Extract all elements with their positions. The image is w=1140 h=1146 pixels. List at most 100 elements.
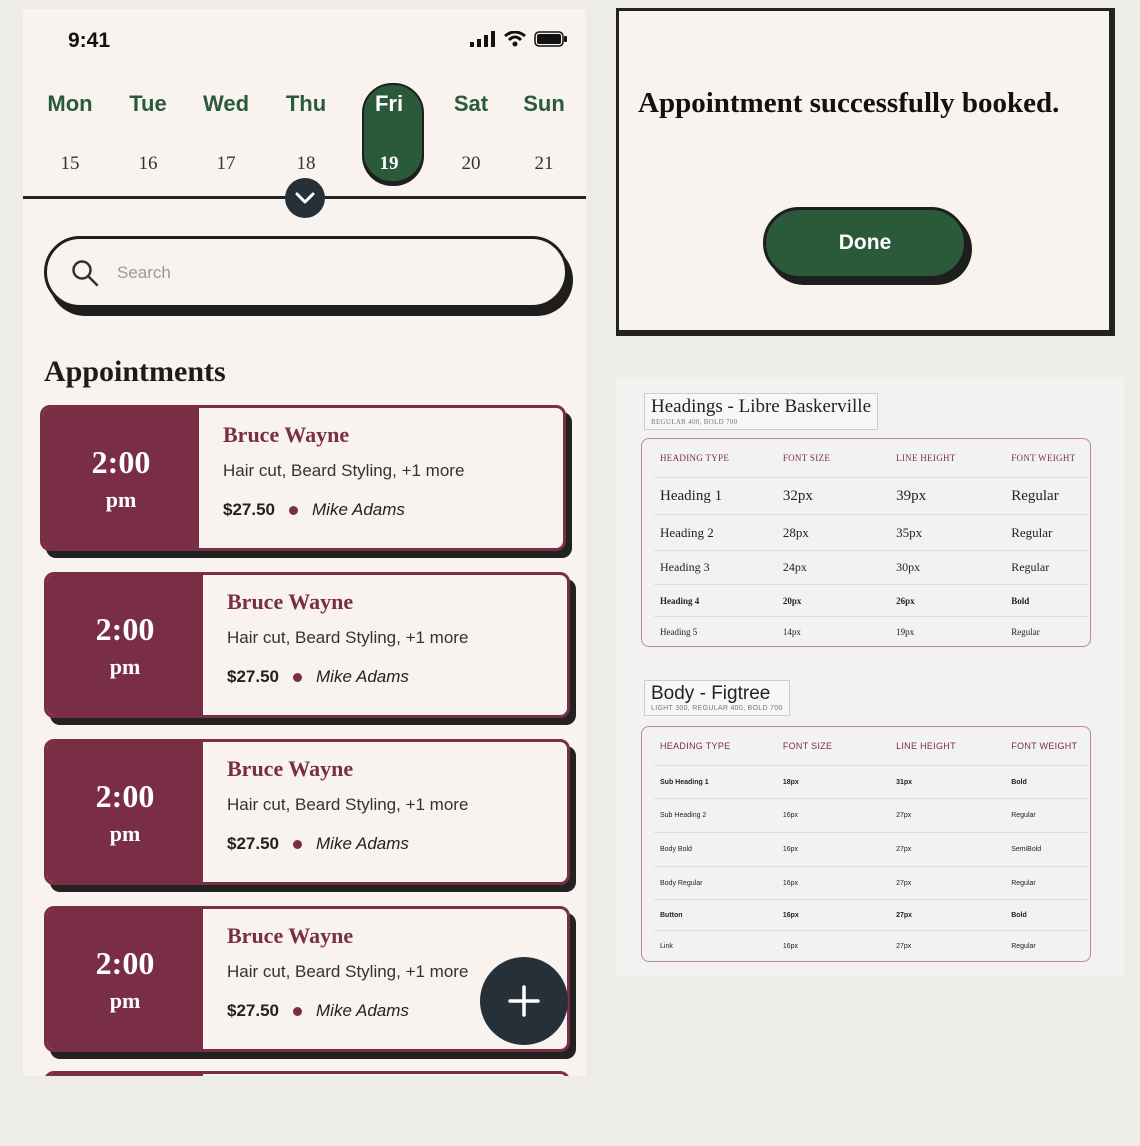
- body-spec-title: Body - Figtree: [651, 683, 771, 704]
- day-name: Mon: [47, 91, 93, 116]
- table-header: HEADING TYPE FONT SIZE LINE HEIGHT FONT WEI…: [654, 727, 1088, 766]
- client-name: Bruce Wayne: [227, 589, 354, 614]
- day-sun[interactable]: Sun 21: [509, 9, 579, 189]
- appointment-time-block: 2:00 pm: [43, 408, 199, 548]
- barber-name: Mike Adams: [316, 1001, 409, 1020]
- appointment-ampm: pm: [109, 653, 141, 679]
- price: $27.50: [227, 1001, 279, 1020]
- table-cell: Regular: [1011, 626, 1040, 637]
- table-cell: 20px: [782, 595, 802, 606]
- table-cell: Heading 2: [660, 524, 714, 540]
- appointment-time-block: 2:00 pm: [47, 909, 203, 1049]
- appointment-time: 2:00: [95, 944, 155, 981]
- appointment-time: 2:00: [91, 443, 151, 480]
- barber-name: Mike Adams: [312, 500, 405, 519]
- table-cell: Body Bold: [660, 846, 692, 853]
- appointment-time-block: 2:00 pm: [47, 575, 203, 715]
- column-header: LINE HEIGHT: [896, 453, 956, 463]
- done-button[interactable]: Done: [763, 207, 967, 279]
- day-mon[interactable]: Mon 15: [35, 9, 105, 189]
- column-header: FONT WEIGHT: [1011, 453, 1076, 463]
- table-cell: 16px: [782, 879, 799, 887]
- appointment-card[interactable]: 2:00 pm Bruce Wayne Hair cut, Beard Styling…: [40, 405, 566, 551]
- column-header: HEADING TYPE: [660, 453, 730, 463]
- table-cell: 27px: [896, 879, 912, 887]
- day-fri[interactable]: Fri 19: [354, 9, 424, 189]
- appointment-ampm: pm: [105, 486, 137, 512]
- search-icon: [72, 260, 99, 287]
- table-cell: 24px: [782, 560, 807, 574]
- typography-spec-panel: Headings - Libre Baskerville REGULAR 400…: [616, 377, 1124, 976]
- day-number: 15: [60, 153, 80, 174]
- table-row: Link 16px 27px Regular: [654, 931, 1088, 961]
- headings-spec-header: Headings - Libre Baskerville REGULAR 400…: [644, 393, 879, 430]
- table-cell: 27px: [896, 911, 913, 919]
- price: $27.50: [227, 667, 279, 686]
- day-wed[interactable]: Wed 17: [191, 9, 261, 189]
- barber-name: Mike Adams: [316, 667, 409, 686]
- day-tue[interactable]: Tue 16: [113, 9, 183, 189]
- table-cell: 16px: [782, 812, 799, 819]
- day-name: Sun: [523, 91, 565, 116]
- plus-icon: [508, 985, 540, 1017]
- table-row: Heading 5 14px 19px Regular: [654, 617, 1088, 646]
- search-bar[interactable]: [44, 236, 568, 308]
- appointments-title: Appointments: [44, 355, 226, 388]
- add-appointment-button[interactable]: [480, 957, 568, 1045]
- appointment-meta: $27.50 Mike Adams: [227, 834, 409, 854]
- table-row: Heading 3 24px 30px Regular: [654, 551, 1088, 585]
- day-number: 16: [138, 153, 158, 174]
- appointment-ampm: pm: [109, 820, 141, 846]
- table-cell: SemiBold: [1011, 846, 1042, 853]
- table-cell: Body Regular: [660, 879, 703, 887]
- table-cell: 16px: [782, 942, 799, 950]
- services-list: Hair cut, Beard Styling, +1 more: [223, 461, 465, 480]
- table-row: Sub Heading 1 18px 31px Bold: [654, 766, 1088, 799]
- client-name: Bruce Wayne: [227, 923, 354, 948]
- table-row: Body Regular 16px 27px Regular: [654, 867, 1088, 900]
- day-sat[interactable]: Sat 20: [436, 9, 506, 189]
- separator-dot: [293, 839, 302, 849]
- appointment-card[interactable]: 2:00 pm Bruce Wayne Hair cut, Beard Styling…: [44, 572, 570, 718]
- barber-name: Mike Adams: [316, 834, 409, 853]
- table-cell: 18px: [782, 778, 799, 786]
- price: $27.50: [223, 500, 275, 519]
- appointment-card-partial[interactable]: [44, 1071, 570, 1076]
- table-cell: Heading 3: [660, 560, 710, 574]
- appointment-time: 2:00: [95, 610, 155, 647]
- table-row: Body Bold 16px 27px SemiBold: [654, 833, 1088, 867]
- services-list: Hair cut, Beard Styling, +1 more: [227, 795, 469, 814]
- table-cell: 14px: [782, 626, 801, 637]
- column-header: HEADING TYPE: [660, 741, 731, 751]
- table-cell: Regular: [1011, 812, 1036, 819]
- day-number: 19: [379, 153, 399, 174]
- column-header: FONT WEIGHT: [1011, 741, 1078, 751]
- table-cell: 32px: [782, 487, 813, 504]
- appointment-ampm: pm: [109, 987, 141, 1013]
- appointment-time-block: 2:00 pm: [47, 742, 203, 882]
- day-thu[interactable]: Thu 18: [271, 9, 341, 189]
- table-header: HEADING TYPE FONT SIZE LINE HEIGHT FONT WEI…: [654, 439, 1088, 478]
- day-name: Thu: [285, 91, 327, 116]
- search-input[interactable]: [115, 257, 519, 289]
- table-row: Heading 2 28px 35px Regular: [654, 515, 1088, 551]
- table-cell: 30px: [896, 560, 921, 574]
- table-cell: Bold: [1011, 595, 1030, 606]
- expand-calendar-button[interactable]: [285, 178, 325, 218]
- separator-dot: [289, 505, 298, 515]
- table-cell: Regular: [1011, 487, 1059, 504]
- table-row: Button 16px 27px Bold: [654, 900, 1088, 931]
- day-number: 17: [216, 153, 236, 174]
- appointment-card[interactable]: 2:00 pm Bruce Wayne Hair cut, Beard Styling…: [44, 739, 570, 885]
- day-number: 21: [534, 153, 554, 174]
- table-row: Heading 1 32px 39px Regular: [654, 478, 1088, 515]
- body-spec-subtitle: LIGHT 300, REGULAR 400, BOLD 700: [651, 705, 783, 712]
- appointment-info: Bruce Wayne Hair cut, Beard Styling, +1 m…: [203, 742, 567, 882]
- headings-spec-title: Headings - Libre Baskerville: [651, 396, 872, 417]
- appointment-meta: $27.50 Mike Adams: [227, 1001, 409, 1021]
- appointment-info: Bruce Wayne Hair cut, Beard Styling, +1 m…: [199, 408, 563, 548]
- body-spec-table: HEADING TYPE FONT SIZE LINE HEIGHT FONT WEI…: [641, 726, 1091, 962]
- table-cell: Bold: [1011, 911, 1027, 919]
- client-name: Bruce Wayne: [223, 422, 350, 447]
- headings-spec-table: HEADING TYPE FONT SIZE LINE HEIGHT FONT WEI…: [641, 438, 1091, 647]
